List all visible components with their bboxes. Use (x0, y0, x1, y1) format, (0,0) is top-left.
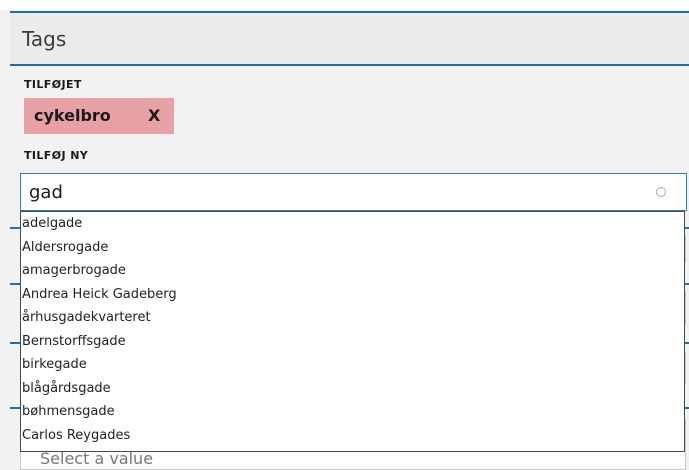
suggestion-item[interactable]: Bernstorffsgade (21, 330, 684, 354)
added-section-label: TILFØJET (24, 78, 82, 91)
suggestion-item[interactable]: adelgade (21, 212, 684, 236)
suggestion-item[interactable]: Carlos Reygades (21, 424, 684, 448)
add-new-section-label: TILFØJ NY (24, 149, 89, 162)
suggestion-item[interactable]: Andrea Heick Gadeberg (21, 283, 684, 307)
tag-chip: cykelbro X (24, 98, 174, 134)
tag-text: cykelbro (34, 106, 111, 125)
suggestion-item[interactable]: århusgadekvarteret (21, 306, 684, 330)
suggestion-item[interactable]: amagerbrogade (21, 259, 684, 283)
panel-title: Tags (22, 27, 67, 51)
suggestion-item[interactable]: bøhmensgade (21, 400, 684, 424)
suggestion-item[interactable]: birkegade (21, 353, 684, 377)
suggestion-item[interactable]: blågårdsgade (21, 377, 684, 401)
suggestion-item[interactable]: Aldersrogade (21, 236, 684, 260)
tags-panel: Tags TILFØJET cykelbro X TILFØJ NY Selec… (0, 0, 689, 470)
suggestion-dropdown: adelgade Aldersrogade amagerbrogade Andr… (20, 211, 685, 452)
remove-tag-button[interactable]: X (148, 106, 160, 125)
panel-header: Tags (10, 11, 689, 66)
top-strip (0, 0, 689, 10)
tag-search-input[interactable] (20, 173, 687, 211)
loading-circle-icon[interactable] (656, 187, 666, 197)
